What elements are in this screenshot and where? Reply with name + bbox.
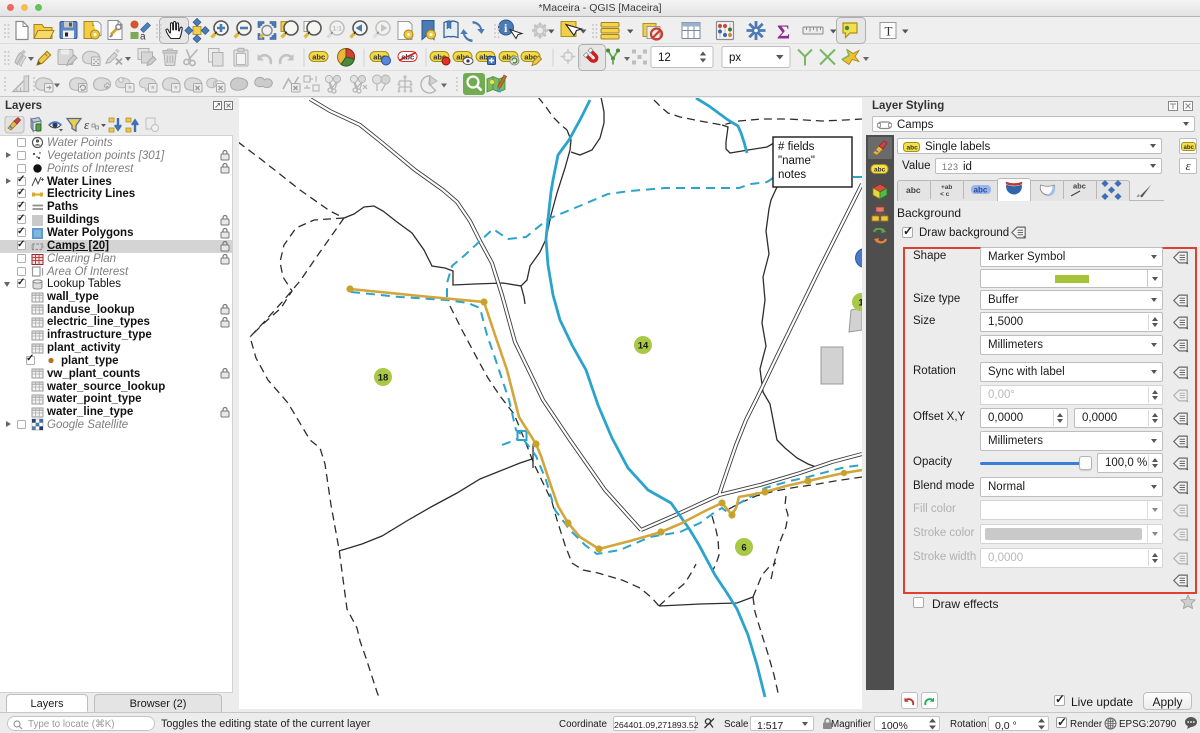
svg-text:abc: abc [874, 167, 886, 174]
svg-text:6: 6 [741, 543, 746, 554]
svg-text:abc: abc [974, 186, 988, 195]
svg-text:18: 18 [378, 373, 389, 384]
svg-text:abc: abc [906, 185, 921, 195]
svg-text:abc: abc [312, 53, 325, 62]
svg-text:T: T [885, 24, 893, 39]
svg-text:"name": "name" [778, 155, 815, 167]
svg-text:ε: ε [84, 117, 90, 132]
svg-text:1:1: 1:1 [333, 26, 343, 33]
svg-text:notes: notes [778, 169, 806, 181]
svg-text:12: 12 [658, 52, 671, 64]
svg-text:+ab: +ab [941, 184, 952, 191]
svg-text:< c: < c [940, 191, 950, 198]
svg-text:1: 1 [858, 298, 862, 309]
svg-text:abc: abc [907, 145, 919, 152]
svg-text:Σ: Σ [777, 22, 790, 44]
svg-text:abc: abc [1184, 145, 1195, 151]
svg-text:a: a [140, 32, 146, 43]
svg-text:14: 14 [638, 341, 649, 352]
svg-text:abc: abc [1073, 182, 1086, 191]
svg-text:# fields: # fields [778, 141, 815, 153]
svg-text:px: px [729, 52, 741, 64]
